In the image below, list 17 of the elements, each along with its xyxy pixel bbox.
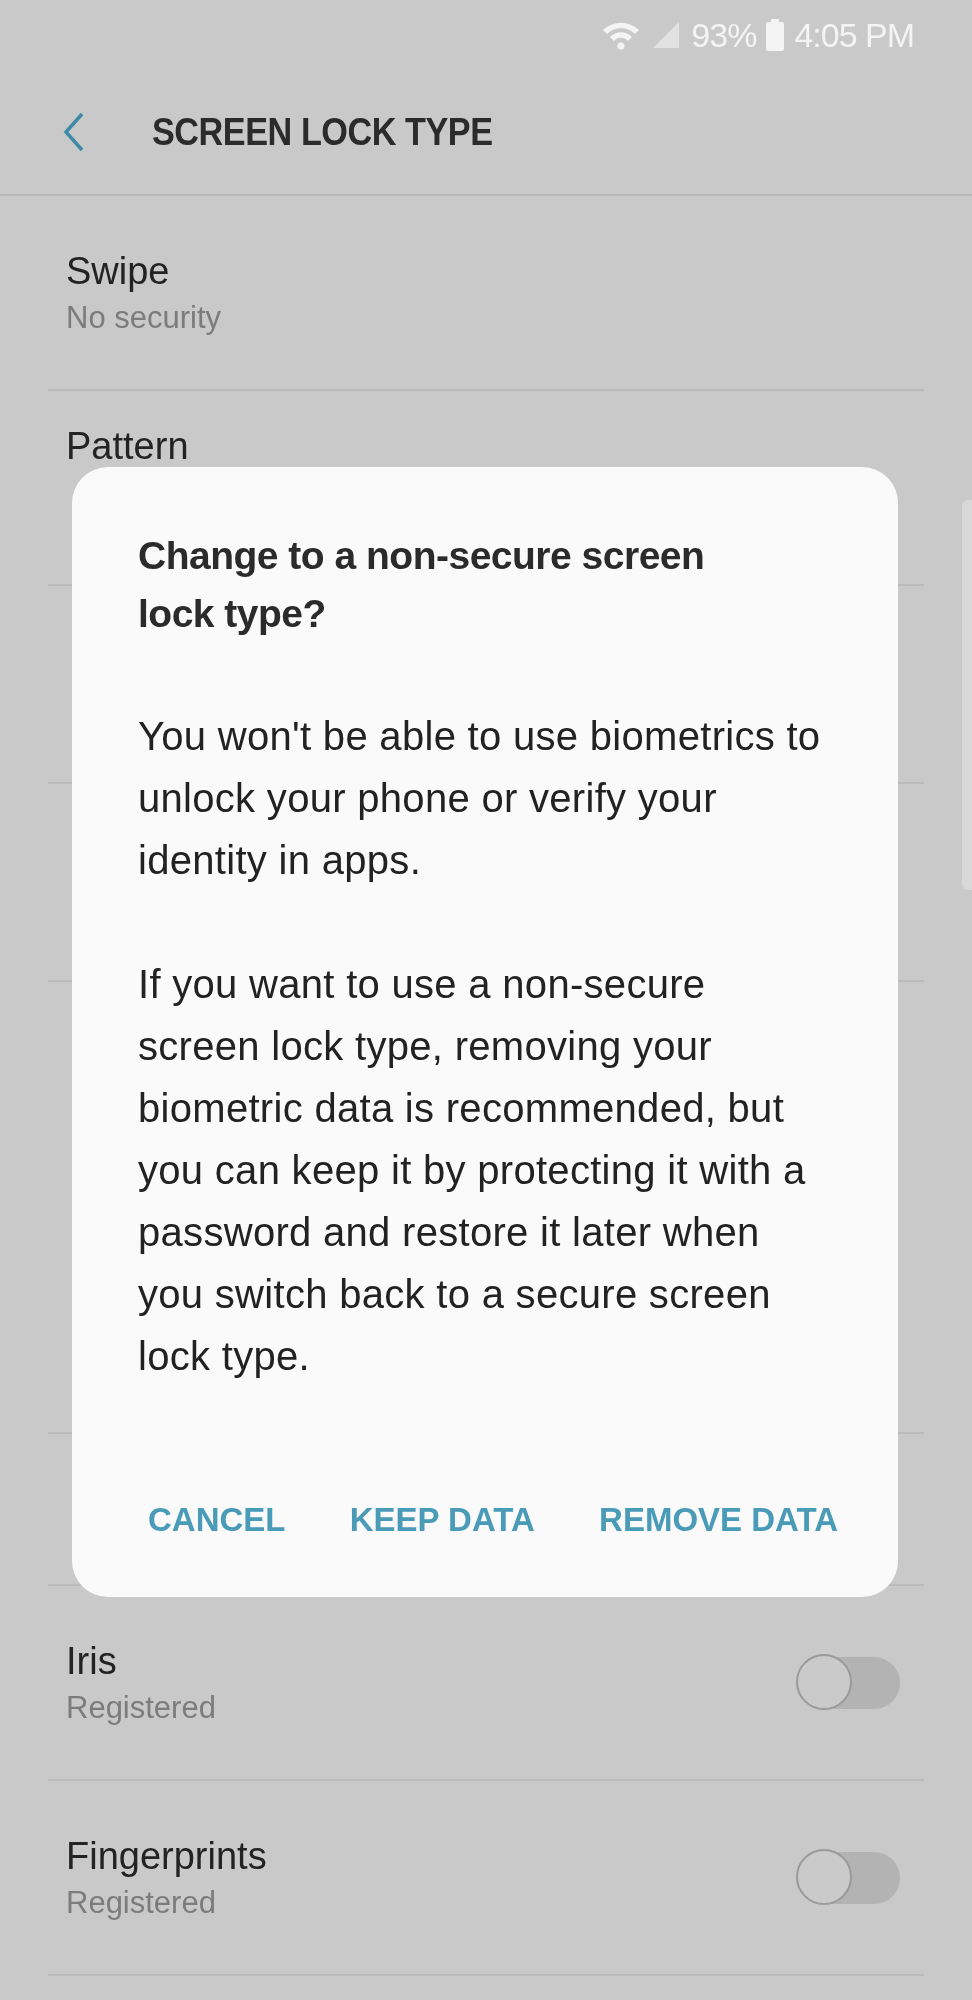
list-item[interactable]: Fingerprints Registered	[48, 1781, 924, 1976]
wifi-icon	[601, 20, 642, 50]
back-icon[interactable]	[62, 112, 86, 152]
item-subtitle: Registered	[66, 1883, 217, 1922]
item-title: Iris	[66, 1638, 118, 1684]
item-subtitle: No security	[66, 298, 223, 337]
list-item[interactable]: Swipe No security	[48, 196, 924, 391]
item-title: Fingerprints	[66, 1833, 267, 1879]
dialog-message: You won't be able to use biometrics to unlock your phone or verify your identity in apps.	[138, 713, 822, 884]
item-title: Pattern	[66, 424, 190, 469]
page-title: SCREEN LOCK TYPE	[152, 110, 493, 154]
battery-icon	[766, 19, 785, 51]
item-title: Swipe	[66, 248, 171, 294]
dialog-title: Change to a non-secure screen lock type?	[138, 533, 706, 637]
dialog-message: If you want to use a non-secure screen lock type, removing your biometric data is recommended, but you can keep it by protecting it with a password and restore it later when you switch back to a secure screen lock type.	[138, 961, 807, 1380]
item-subtitle: Registered	[66, 1688, 216, 1727]
signal-icon	[651, 20, 682, 50]
